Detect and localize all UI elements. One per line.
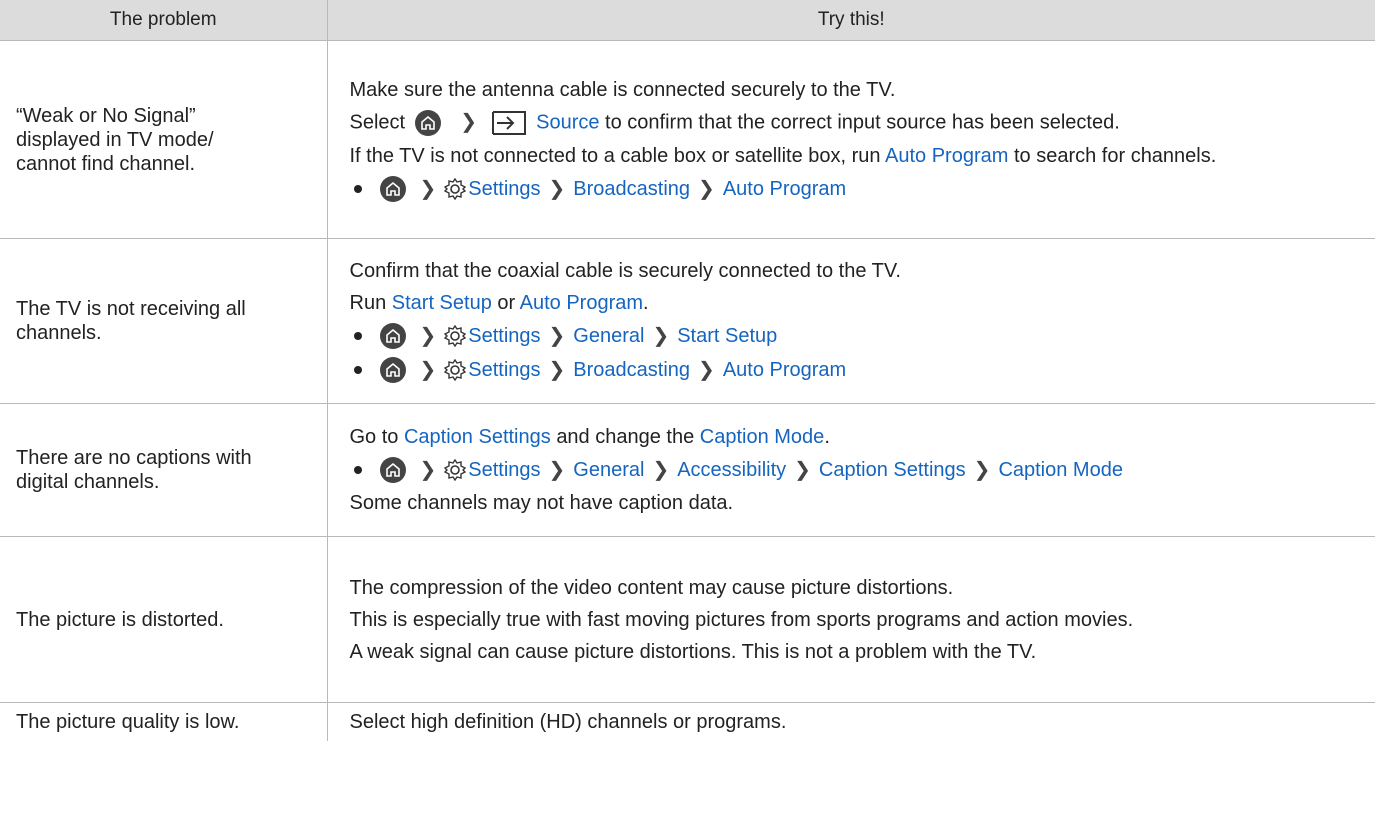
path-broadcasting[interactable]: Broadcasting [573, 177, 690, 201]
source-icon [491, 110, 527, 135]
table-row: The picture quality is low. Select high … [0, 702, 1375, 742]
link-start-setup[interactable]: Start Setup [392, 292, 492, 314]
home-icon [379, 357, 406, 383]
problem-cell: “Weak or No Signal” displayed in TV mode… [0, 40, 328, 239]
chevron-right-icon: ❯ [419, 459, 437, 481]
problem-text: The picture quality is low. [16, 711, 240, 733]
bullet-icon [353, 466, 362, 474]
path-general[interactable]: General [573, 324, 644, 348]
chevron-right-icon: ❯ [698, 359, 715, 381]
bullet-icon [353, 332, 362, 340]
table-row: The TV is not receiving all channels. Co… [0, 238, 1375, 404]
menu-path: ❯ Settings ❯ General ❯ Accessibility ❯ C… [350, 453, 1362, 487]
link-auto-program[interactable]: Auto Program [520, 292, 643, 314]
table-row: The picture is distorted. The compressio… [0, 536, 1375, 703]
bullet-icon [353, 366, 362, 374]
chevron-right-icon: ❯ [548, 459, 566, 481]
problem-text: There are no captions with digital chann… [16, 447, 252, 493]
link-source[interactable]: Source [536, 111, 599, 133]
link-caption-mode[interactable]: Caption Mode [700, 426, 825, 448]
solution-line: A weak signal can cause picture distorti… [349, 640, 1037, 663]
chevron-right-icon: ❯ [698, 177, 715, 200]
path-general[interactable]: General [573, 458, 644, 482]
problem-text: The TV is not receiving all channels. [16, 298, 246, 344]
path-settings[interactable]: Settings [468, 458, 540, 482]
solution-line: Some channels may not have caption data. [349, 492, 734, 514]
solution-cell: Make sure the antenna cable is connected… [327, 40, 1375, 239]
gear-icon [444, 325, 467, 347]
solution-line: Make sure the antenna cable is connected… [349, 78, 896, 101]
gear-icon [444, 177, 467, 200]
path-start-setup[interactable]: Start Setup [677, 324, 777, 348]
solution-line: If the TV is not connected to a cable bo… [349, 144, 1217, 167]
gear-icon [444, 359, 467, 381]
problem-cell: The picture is distorted. [0, 536, 328, 703]
path-accessibility[interactable]: Accessibility [677, 458, 786, 482]
home-icon [414, 109, 441, 136]
solution-cell: Select high definition (HD) channels or … [327, 703, 1375, 742]
problem-cell: There are no captions with digital chann… [0, 403, 328, 537]
menu-path: ❯ Settings ❯ Broadcasting ❯ Auto Program [350, 353, 1362, 387]
chevron-right-icon: ❯ [419, 325, 437, 347]
problem-text: The picture is distorted. [16, 608, 224, 631]
path-caption-mode[interactable]: Caption Mode [998, 458, 1123, 482]
solution-line: Run Start Setup or Auto Program. [349, 292, 649, 314]
chevron-right-icon: ❯ [973, 459, 991, 481]
gear-icon [444, 459, 467, 481]
chevron-right-icon: ❯ [419, 359, 437, 381]
bullet-icon [353, 184, 362, 193]
solution-line: This is especially true with fast moving… [349, 608, 1134, 631]
path-caption-settings[interactable]: Caption Settings [819, 458, 966, 482]
solution-line: Select high definition (HD) channels or … [349, 711, 787, 733]
solution-line: Select ❯ Source to confirm that the corr… [350, 106, 1362, 140]
solution-cell: Go to Caption Settings and change the Ca… [327, 403, 1375, 537]
chevron-right-icon: ❯ [460, 110, 477, 133]
solution-cell: The compression of the video content may… [327, 536, 1375, 703]
chevron-right-icon: ❯ [548, 359, 566, 381]
chevron-right-icon: ❯ [419, 177, 437, 200]
home-icon [379, 175, 406, 202]
solution-line: Go to Caption Settings and change the Ca… [349, 426, 830, 448]
header-try-this: Try this! [327, 0, 1375, 41]
chevron-right-icon: ❯ [548, 325, 566, 347]
solution-cell: Confirm that the coaxial cable is secure… [327, 238, 1375, 404]
chevron-right-icon: ❯ [652, 459, 670, 481]
solution-line: Confirm that the coaxial cable is secure… [349, 260, 901, 282]
troubleshooting-table: The problem Try this! “Weak or No Signal… [0, 0, 1375, 741]
path-auto-program[interactable]: Auto Program [723, 177, 846, 201]
path-broadcasting[interactable]: Broadcasting [573, 358, 690, 382]
chevron-right-icon: ❯ [652, 325, 670, 347]
path-settings[interactable]: Settings [468, 358, 540, 382]
solution-line: The compression of the video content may… [349, 576, 954, 599]
header-problem: The problem [0, 0, 328, 41]
home-icon [379, 323, 406, 349]
table-header-row: The problem Try this! [0, 0, 1375, 41]
home-icon [379, 457, 406, 483]
problem-cell: The picture quality is low. [0, 702, 328, 741]
table-row: There are no captions with digital chann… [0, 403, 1375, 537]
chevron-right-icon: ❯ [794, 459, 811, 481]
problem-cell: The TV is not receiving all channels. [0, 238, 328, 404]
link-auto-program[interactable]: Auto Program [885, 145, 1008, 167]
menu-path: ❯ Settings ❯ General ❯ Start Setup [350, 319, 1362, 353]
link-caption-settings[interactable]: Caption Settings [404, 426, 551, 448]
problem-text: “Weak or No Signal” displayed in TV mode… [16, 104, 214, 175]
chevron-right-icon: ❯ [548, 177, 566, 200]
path-settings[interactable]: Settings [468, 324, 540, 348]
menu-path: ❯ Settings ❯ Broadcasting ❯ Auto Program [350, 172, 1362, 206]
path-auto-program[interactable]: Auto Program [723, 358, 846, 382]
table-row: “Weak or No Signal” displayed in TV mode… [0, 40, 1375, 239]
path-settings[interactable]: Settings [468, 177, 540, 201]
